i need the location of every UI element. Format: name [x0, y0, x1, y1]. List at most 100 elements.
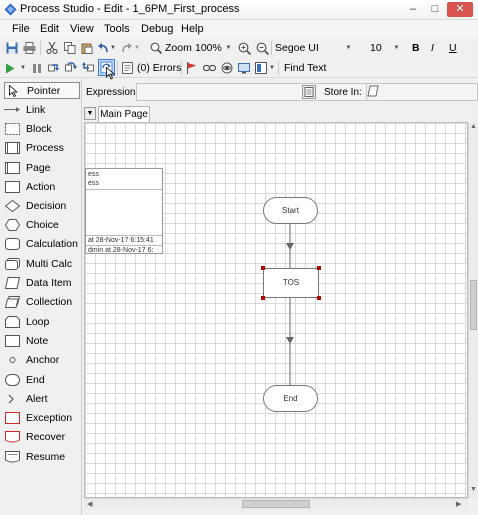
scroll-left-icon[interactable]: ◀	[87, 500, 92, 508]
tool-alert[interactable]: Alert	[4, 390, 80, 407]
tool-choice[interactable]: Choice	[4, 216, 80, 233]
page-list-dropdown-icon[interactable]: ▼	[84, 107, 96, 120]
zoom-icon[interactable]	[149, 41, 163, 55]
flag-icon[interactable]	[185, 61, 198, 75]
scroll-down-icon[interactable]: ▼	[470, 486, 477, 493]
toolbar-separator	[117, 61, 118, 75]
errors-button[interactable]: (0) Errors	[137, 62, 181, 74]
tool-process[interactable]: Process	[4, 139, 80, 156]
zoom-level-dropdown[interactable]: 100%	[195, 42, 222, 54]
tool-collection[interactable]: Collection	[4, 293, 80, 310]
step-out-icon[interactable]	[81, 61, 95, 75]
font-size-dropdown[interactable]: 10	[370, 42, 382, 54]
tool-label: Choice	[26, 218, 59, 231]
vertical-scroll-thumb[interactable]	[470, 280, 477, 330]
watch-icon[interactable]	[220, 61, 233, 75]
menu-help[interactable]: Help	[181, 23, 204, 35]
end-stage[interactable]: End	[263, 385, 318, 412]
minimize-button[interactable]: –	[404, 2, 422, 17]
title-bar: Process Studio - Edit - 1_6PM_First_proc…	[0, 0, 478, 20]
pause-icon[interactable]	[31, 61, 43, 75]
step-icon[interactable]	[47, 61, 61, 75]
info-modified: dmin at 28-Nov-17 6:	[88, 247, 154, 254]
store-in-icon[interactable]	[367, 85, 379, 99]
menu-edit[interactable]: Edit	[40, 23, 59, 35]
cut-icon[interactable]	[45, 41, 59, 55]
paste-icon[interactable]	[80, 41, 94, 55]
font-size-dropdown-icon[interactable]: ▼	[393, 41, 400, 55]
underline-button[interactable]: U	[449, 42, 457, 54]
menu-debug[interactable]: Debug	[141, 23, 173, 35]
step-over-icon[interactable]	[64, 61, 78, 75]
copy-icon[interactable]	[63, 41, 77, 55]
app-icon	[4, 3, 17, 16]
pointer-icon	[5, 84, 22, 97]
process-info-stage[interactable]: ess ess at 28-Nov-17 6:15:41 dmin at 28-…	[85, 168, 163, 254]
tool-data-item[interactable]: Data Item	[4, 274, 80, 291]
selection-handle[interactable]	[261, 266, 265, 270]
page-icon	[4, 161, 21, 174]
tool-label: End	[26, 373, 45, 386]
layout-dropdown-icon[interactable]: ▼	[269, 61, 275, 75]
tool-anchor[interactable]: Anchor	[4, 351, 80, 368]
tool-note[interactable]: Note	[4, 332, 80, 349]
font-name-dropdown-icon[interactable]: ▼	[345, 41, 352, 55]
print-icon[interactable]	[22, 41, 36, 55]
tool-end[interactable]: End	[4, 371, 80, 388]
tool-link[interactable]: Link	[4, 101, 80, 118]
save-icon[interactable]	[5, 41, 19, 55]
tool-calculation[interactable]: Calculation	[4, 235, 80, 252]
tool-exception[interactable]: Exception	[4, 409, 80, 426]
tool-page[interactable]: Page	[4, 159, 80, 176]
font-name-dropdown[interactable]: Segoe UI	[275, 42, 319, 54]
store-in-input[interactable]	[366, 83, 478, 101]
scroll-up-icon[interactable]: ▲	[470, 123, 477, 130]
menu-file[interactable]: File	[12, 23, 30, 35]
tool-pointer[interactable]: Pointer	[4, 82, 80, 99]
menu-tools[interactable]: Tools	[104, 23, 130, 35]
tab-main-page[interactable]: Main Page	[98, 106, 150, 122]
selection-handle[interactable]	[261, 296, 265, 300]
redo-dropdown-icon[interactable]: ▼	[134, 41, 140, 55]
errors-icon[interactable]	[121, 61, 134, 75]
tool-recover[interactable]: Recover	[4, 428, 80, 445]
layout-icon[interactable]	[254, 61, 267, 75]
tool-action[interactable]: Action	[4, 178, 80, 195]
menu-view[interactable]: View	[70, 23, 94, 35]
maximize-button[interactable]: □	[426, 2, 444, 17]
undo-icon[interactable]	[96, 41, 110, 55]
action-stage-tos[interactable]: TOS	[263, 268, 319, 298]
tool-loop[interactable]: Loop	[4, 313, 80, 330]
end-label: End	[283, 394, 298, 403]
tool-resume[interactable]: Resume	[4, 448, 80, 465]
expression-editor-button[interactable]	[302, 85, 316, 99]
chain-link-icon[interactable]	[202, 61, 216, 75]
zoom-out-icon[interactable]	[255, 41, 269, 55]
run-dropdown-icon[interactable]: ▼	[20, 61, 26, 75]
selection-handle[interactable]	[317, 266, 321, 270]
tool-multi-calc[interactable]: Multi Calc	[4, 255, 80, 272]
horizontal-scroll-thumb[interactable]	[242, 500, 310, 508]
zoom-in-icon[interactable]	[237, 41, 251, 55]
run-icon[interactable]	[4, 61, 16, 75]
zoom-label: Zoom	[165, 42, 192, 54]
tool-decision[interactable]: Decision	[4, 197, 80, 214]
toolbox-panel: Pointer Link Block Process Page Action D…	[0, 79, 82, 515]
italic-button[interactable]: I	[431, 42, 434, 54]
tool-label: Pointer	[27, 84, 61, 97]
tool-label: Note	[26, 334, 49, 347]
scroll-right-icon[interactable]: ▶	[456, 500, 461, 508]
screen-icon[interactable]	[237, 61, 250, 75]
find-text-button[interactable]: Find Text	[284, 62, 326, 74]
redo-icon[interactable]	[120, 41, 134, 55]
zoom-dropdown-icon[interactable]: ▼	[225, 41, 232, 55]
close-button[interactable]: ✕	[447, 2, 473, 17]
selection-handle[interactable]	[317, 296, 321, 300]
toolbar-separator	[278, 61, 279, 75]
undo-dropdown-icon[interactable]: ▼	[110, 41, 116, 55]
bold-button[interactable]: B	[412, 42, 420, 54]
tool-label: Process	[26, 141, 64, 154]
start-stage[interactable]: Start	[263, 197, 318, 224]
process-canvas[interactable]: ess ess at 28-Nov-17 6:15:41 dmin at 28-…	[84, 122, 468, 498]
tool-block[interactable]: Block	[4, 120, 80, 137]
